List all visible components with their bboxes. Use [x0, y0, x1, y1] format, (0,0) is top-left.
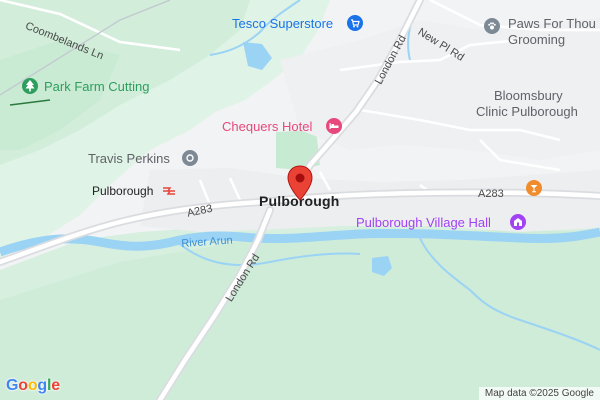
paw-icon[interactable]	[484, 18, 500, 34]
paws-label-line1[interactable]: Paws For Thou	[508, 16, 596, 32]
village-hall-label[interactable]: Pulborough Village Hall	[356, 215, 491, 231]
shopping-cart-icon[interactable]	[347, 15, 363, 31]
station-label[interactable]: Pulborough	[92, 183, 153, 199]
rail-icon[interactable]	[162, 184, 176, 196]
travis-perkins-label[interactable]: Travis Perkins	[88, 151, 170, 167]
building-icon[interactable]	[510, 214, 526, 230]
logo-letter: G	[6, 377, 19, 394]
map-attribution[interactable]: Map data ©2025 Google	[478, 387, 600, 400]
location-pin-icon[interactable]	[287, 165, 313, 201]
store-icon[interactable]	[182, 150, 198, 166]
google-logo[interactable]: Google	[6, 377, 60, 395]
tree-icon[interactable]	[22, 78, 38, 94]
logo-letter: o	[27, 377, 38, 394]
map-view[interactable]: Pulborough Tesco Superstore Paws For Tho…	[0, 0, 600, 400]
logo-letter: g	[37, 377, 47, 394]
bloomsbury-label-line2[interactable]: Clinic Pulborough	[476, 104, 578, 120]
park-farm-label[interactable]: Park Farm Cutting	[44, 79, 149, 95]
a283-east-label: A283	[478, 188, 504, 200]
paws-label-line2[interactable]: Grooming	[508, 32, 565, 48]
tesco-label[interactable]: Tesco Superstore	[232, 16, 333, 32]
chequers-label[interactable]: Chequers Hotel	[222, 119, 312, 135]
logo-letter: o	[18, 377, 28, 394]
logo-letter: e	[51, 377, 60, 394]
cocktail-icon[interactable]	[526, 180, 542, 196]
bloomsbury-label-line1[interactable]: Bloomsbury	[494, 88, 563, 104]
bed-icon[interactable]	[326, 118, 342, 134]
